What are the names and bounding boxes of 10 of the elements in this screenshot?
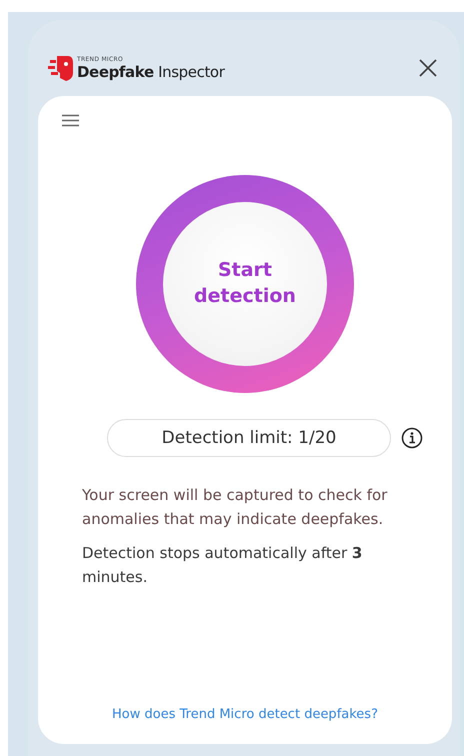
app-title: Deepfake Inspector — [77, 62, 224, 80]
detection-limit: Detection limit: 1/20 — [107, 419, 391, 457]
menu-icon[interactable] — [62, 114, 79, 127]
info-text: Detection stops automatically after 3 minutes. — [82, 543, 364, 588]
help-link[interactable]: How does Trend Micro detect deepfakes? — [112, 707, 378, 722]
info-text: Your screen will be captured to check for anomalies that may indicate deepfakes. — [82, 485, 388, 530]
start-detection-button[interactable]: Start detection — [163, 202, 327, 366]
mask-logo-icon — [48, 54, 74, 82]
info-icon[interactable] — [401, 427, 423, 449]
close-icon[interactable] — [418, 58, 438, 78]
